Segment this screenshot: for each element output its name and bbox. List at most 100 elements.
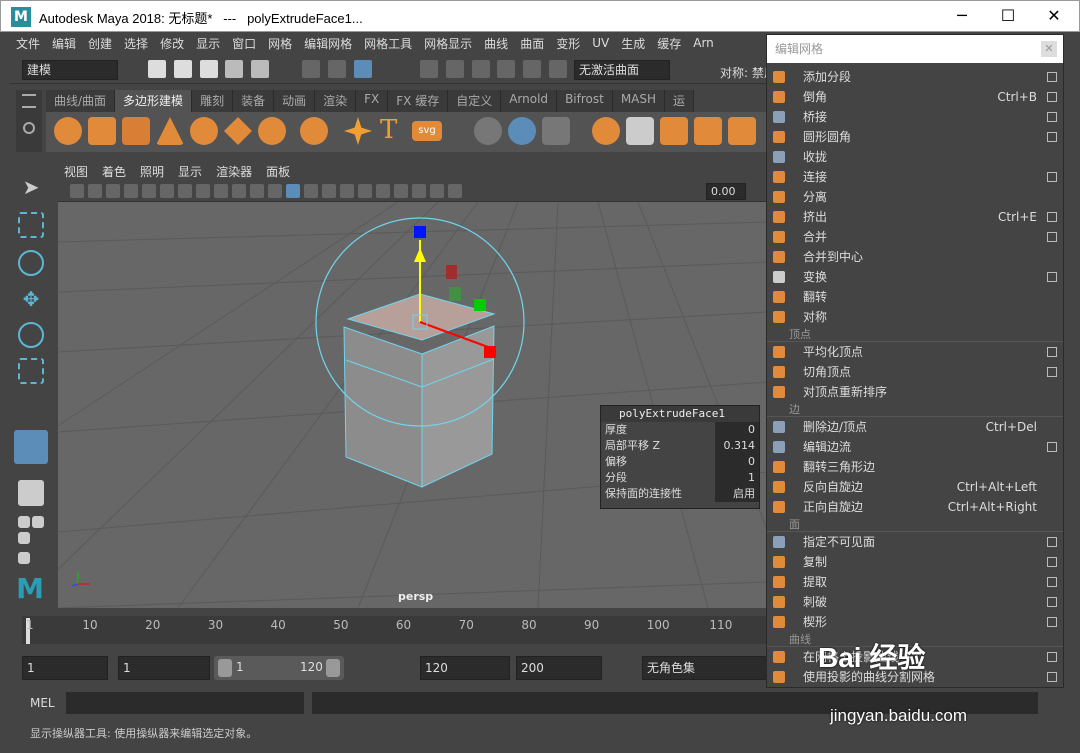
snap-view-icon[interactable] [497, 60, 516, 78]
option-box-icon[interactable] [1047, 212, 1057, 222]
open-scene-icon[interactable] [173, 60, 192, 78]
select-component-icon[interactable] [353, 60, 372, 78]
character-set-dropdown[interactable]: 无角色集 [642, 656, 768, 680]
menu-item[interactable]: 合并 [767, 227, 1063, 247]
option-box-icon[interactable] [1047, 597, 1057, 607]
minimize-button[interactable]: ─ [939, 1, 985, 31]
extract-icon[interactable] [660, 117, 688, 145]
option-box-icon[interactable] [1047, 537, 1057, 547]
option-box-icon[interactable] [1047, 272, 1057, 282]
attribute-value[interactable]: 0 [715, 454, 759, 470]
z-axis-cube[interactable] [414, 226, 426, 238]
menu-item[interactable]: 收拢 [767, 147, 1063, 167]
option-box-icon[interactable] [1047, 132, 1057, 142]
menu-item[interactable]: 正向自旋边 Ctrl+Alt+Right [767, 497, 1063, 517]
poly-cone-icon[interactable] [156, 117, 184, 145]
undo-icon[interactable] [225, 60, 244, 78]
shadows-icon[interactable] [358, 183, 372, 198]
shelf-tab[interactable]: 渲染 [315, 90, 357, 112]
select-tool-icon[interactable]: ➤ [18, 174, 44, 200]
menu-item[interactable]: 创建 [88, 35, 112, 52]
select-object-icon[interactable] [327, 60, 346, 78]
smooth-icon[interactable] [694, 117, 722, 145]
create-mash-icon[interactable] [508, 117, 536, 145]
option-box-icon[interactable] [1047, 617, 1057, 627]
boolean-icon[interactable] [728, 117, 756, 145]
new-scene-icon[interactable] [148, 60, 166, 78]
menu-item[interactable]: 刺破 [767, 592, 1063, 612]
four-view-layout-icon[interactable] [18, 516, 30, 528]
shelf-tab[interactable]: 曲线/曲面 [46, 90, 116, 112]
maximize-button[interactable]: ☐ [985, 1, 1031, 31]
attribute-value[interactable]: 0 [715, 422, 759, 438]
move-tool-icon[interactable]: ✥ [18, 286, 44, 312]
shelf-tab[interactable]: 自定义 [448, 90, 502, 112]
menu-item[interactable]: 分离 [767, 187, 1063, 207]
menu-item[interactable]: 平均化顶点 [767, 342, 1063, 362]
film-gate-icon[interactable] [160, 183, 174, 198]
wireframe-icon[interactable] [268, 183, 282, 198]
viewport-menu-item[interactable]: 面板 [266, 163, 290, 180]
snap-pivot-icon[interactable] [549, 60, 568, 78]
attribute-value[interactable]: 1 [715, 470, 759, 486]
image-plane-icon[interactable] [124, 183, 138, 198]
menu-item[interactable]: 网格 [268, 35, 292, 52]
menu-item[interactable]: 指定不可见面 [767, 532, 1063, 552]
poly-cube-icon[interactable] [88, 117, 116, 145]
viewport-menu-item[interactable]: 视图 [64, 163, 88, 180]
persp-graph-layout-icon[interactable] [18, 532, 30, 544]
snap-point-icon[interactable] [471, 60, 490, 78]
xray-joints-icon[interactable] [448, 183, 462, 198]
shelf-tab[interactable]: FX [356, 90, 389, 112]
grid-icon[interactable] [142, 183, 156, 198]
shelf-tab[interactable]: 运 [665, 90, 695, 112]
viewport-menu-item[interactable]: 渲染器 [216, 163, 252, 180]
menu-item[interactable]: 生成 [621, 35, 645, 52]
menu-item[interactable]: Arn [693, 36, 714, 50]
svg-tool-icon[interactable]: svg [412, 121, 442, 141]
y-plane-handle[interactable] [449, 287, 461, 301]
bookmark-icon[interactable] [106, 183, 120, 198]
exposure-field[interactable]: 0.00 [706, 183, 746, 200]
option-box-icon[interactable] [1047, 442, 1057, 452]
poly-sphere-icon[interactable] [54, 117, 82, 145]
menu-item[interactable]: 提取 [767, 572, 1063, 592]
snap-curve-icon[interactable] [445, 60, 464, 78]
resolution-gate-icon[interactable] [178, 183, 192, 198]
menu-item[interactable]: 变换 [767, 267, 1063, 287]
time-slider[interactable]: 1 10 20 30 40 50 60 70 80 90 100 110 [10, 614, 770, 646]
close-button[interactable]: ✕ [1031, 1, 1077, 31]
shelf-tab[interactable]: 雕刻 [192, 90, 234, 112]
option-box-icon[interactable] [1047, 232, 1057, 242]
menu-item[interactable]: 对称 [767, 307, 1063, 327]
option-box-icon[interactable] [1047, 172, 1057, 182]
menu-item[interactable]: 曲线 [484, 35, 508, 52]
menu-item[interactable]: 删除边/顶点 Ctrl+Del [767, 417, 1063, 437]
combine-icon[interactable] [592, 117, 620, 145]
menu-item[interactable]: 添加分段 [767, 67, 1063, 87]
menu-item[interactable]: 合并到中心 [767, 247, 1063, 267]
shelf-tab[interactable]: FX 缓存 [388, 90, 449, 112]
menu-item[interactable]: 挤出 Ctrl+E [767, 207, 1063, 227]
menu-item[interactable]: 连接 [767, 167, 1063, 187]
isolate-select-icon[interactable] [412, 183, 426, 198]
camera-icon[interactable] [70, 183, 84, 198]
menu-item[interactable]: 翻转 [767, 287, 1063, 307]
menu-item[interactable]: 复制 [767, 552, 1063, 572]
menu-item[interactable]: 切角顶点 [767, 362, 1063, 382]
persp-outliner-layout-icon[interactable] [32, 516, 44, 528]
range-slider-bar[interactable]: 1 120 [214, 656, 344, 680]
field-chart-icon[interactable] [214, 183, 228, 198]
menu-item[interactable]: 缓存 [657, 35, 681, 52]
panel-close-icon[interactable]: ✕ [1041, 41, 1057, 57]
viewport-panel[interactable]: 视图 着色 照明 显示 渲染器 面板 0.00 persp [58, 160, 768, 608]
y-axis-cube[interactable] [474, 299, 486, 311]
viewport-menu-item[interactable]: 着色 [102, 163, 126, 180]
platonic-solid-icon[interactable] [300, 117, 328, 145]
option-box-icon[interactable] [1047, 557, 1057, 567]
y-axis-arrow[interactable] [414, 248, 426, 262]
x-axis-cube[interactable] [484, 346, 496, 358]
lights-icon[interactable] [340, 183, 354, 198]
poly-cylinder-icon[interactable] [122, 117, 150, 145]
mash-distribute-icon[interactable] [542, 117, 570, 145]
